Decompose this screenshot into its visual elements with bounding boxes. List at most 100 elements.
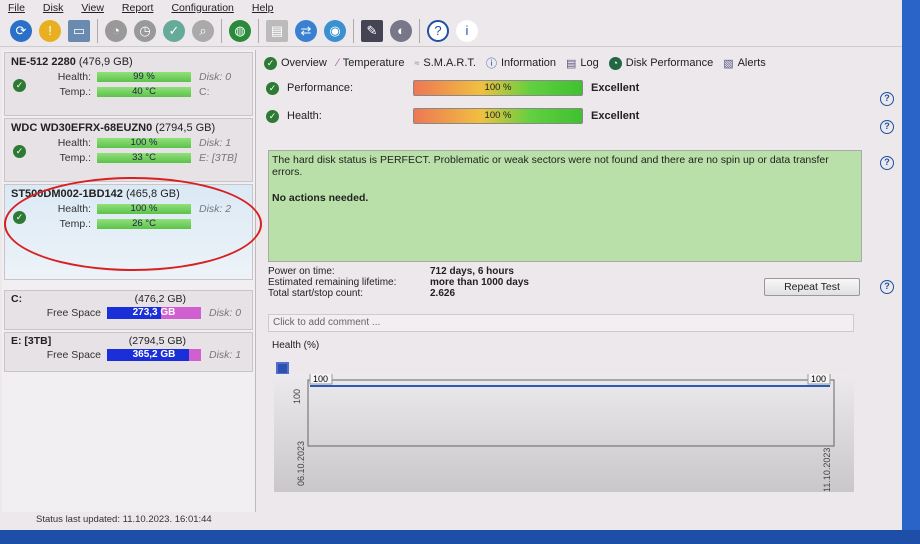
comment-input[interactable]: Click to add comment ... (268, 314, 854, 332)
help-icon[interactable]: ? (427, 19, 449, 42)
volume-e[interactable]: E: [3TB] (2794,5 GB) Free Space 365,2 GB Di… (4, 332, 253, 372)
menu-view[interactable]: View (81, 2, 104, 14)
alerts-icon: ▧ (723, 57, 734, 70)
disk-card-1[interactable]: WDC WD30EFRX-68EUZN0 (2794,5 GB) ✓ Healt… (4, 118, 253, 182)
disk-info: Power on time: 712 days, 6 hours Estimate… (268, 266, 529, 299)
free-space-bar: 365,2 GB (107, 349, 201, 361)
network-icon[interactable]: ◉ (324, 19, 346, 42)
tab-overview[interactable]: ✓ Overview (264, 56, 327, 70)
report-icon[interactable]: ▤ (266, 19, 288, 42)
tab-information[interactable]: ⓘ Information (486, 55, 556, 71)
disk-name: WDC WD30EFRX-68EUZN0 (11, 122, 153, 134)
info-value: 2.626 (430, 288, 456, 299)
thermometer-icon: ⁄ (336, 57, 339, 69)
details-panel: ✓ Overview ⁄ Temperature ≈ S.M.A.R.T. ⓘ Info… (262, 52, 902, 512)
menu-report[interactable]: Report (122, 2, 154, 14)
check-icon: ✓ (266, 109, 279, 123)
disk-test-icon[interactable]: ◔ (105, 19, 127, 42)
chart-tab-health[interactable]: Health (%) (272, 340, 319, 351)
disk-timer-icon[interactable]: ◷ (134, 19, 156, 42)
health-label: Health: (57, 71, 91, 83)
app-window: File Disk View Report Configuration Help… (0, 0, 902, 530)
data-label: 100 (313, 374, 328, 384)
ok-check-icon: ✓ (13, 79, 26, 92)
info-value: more than 1000 days (430, 277, 529, 288)
check-icon: ✓ (266, 81, 279, 95)
ok-check-icon: ✓ (13, 211, 26, 224)
ok-check-icon: ✓ (13, 145, 26, 158)
sync-icon[interactable]: ⇄ (295, 19, 317, 42)
tab-smart[interactable]: ≈ S.M.A.R.T. (414, 57, 476, 69)
volume-name: C: (11, 293, 23, 305)
disk-index: Disk: 0 (199, 71, 232, 83)
temp-bar: 33 °C (97, 153, 191, 163)
globe-icon[interactable]: ◍ (229, 19, 251, 42)
menu-file[interactable]: File (8, 2, 25, 14)
info-key: Total start/stop count: (268, 288, 364, 299)
menu-disk[interactable]: Disk (43, 2, 63, 14)
help-icon[interactable]: ? (880, 120, 894, 134)
disk-search-icon[interactable]: ⌕ (192, 19, 214, 42)
help-icon[interactable]: ? (880, 280, 894, 294)
tab-label: Overview (281, 57, 327, 69)
drive-letter: C: (199, 86, 210, 98)
info-value: 712 days, 6 hours (430, 266, 514, 277)
health-bar: 100 % (97, 138, 191, 148)
disk-index: Disk: 2 (199, 203, 232, 215)
alert-icon[interactable]: ! (39, 19, 61, 42)
tab-bar: ✓ Overview ⁄ Temperature ≈ S.M.A.R.T. ⓘ Info… (262, 52, 902, 74)
separator (97, 18, 98, 43)
actions-text: No actions needed. (272, 192, 369, 204)
x-tick-label-start: 06.10.2023 (296, 441, 306, 486)
performance-row: ✓ Performance: 100 % Excellent ? (262, 74, 902, 106)
separator (258, 18, 259, 43)
data-label: 100 (811, 374, 826, 384)
refresh-icon[interactable]: ⟳ (10, 19, 32, 42)
repeat-test-button[interactable]: Repeat Test (764, 278, 860, 296)
plot-area (307, 379, 835, 447)
disk-card-0[interactable]: NE-512 2280 (476,9 GB) ✓ Health: 99 % Disk… (4, 52, 253, 116)
health-label: Health: (287, 110, 322, 122)
health-row: ✓ Health: 100 % Excellent ? (262, 102, 902, 134)
info-icon: ⓘ (485, 58, 497, 70)
status-text: The hard disk status is PERFECT. Problem… (272, 154, 829, 178)
menu-configuration[interactable]: Configuration (171, 2, 233, 14)
toolbar: ⟳ ! ▭ ◔ ◷ ✓ ⌕ ◍ ▤ ⇄ ◉ ✎ ◐ ? i (0, 15, 902, 47)
temp-label: Temp.: (59, 218, 91, 230)
tab-temperature[interactable]: ⁄ Temperature (337, 57, 405, 69)
chart-edit-icon[interactable]: ✎ (361, 19, 383, 42)
tab-log[interactable]: ▤ Log (566, 57, 599, 70)
tab-alerts[interactable]: ▧ Alerts (723, 57, 766, 70)
status-box: The hard disk status is PERFECT. Problem… (268, 150, 862, 262)
disk-card-2-selected[interactable]: ST500DM002-1BD142 (465,8 GB) ✓ Health: 10… (4, 184, 253, 280)
menu-help[interactable]: Help (252, 2, 274, 14)
help-icon[interactable]: ? (880, 156, 894, 170)
performance-label: Performance: (287, 82, 354, 94)
health-label: Health: (57, 137, 91, 149)
disk-info-icon[interactable]: ▭ (68, 19, 90, 42)
y-tick-label: 100 (292, 389, 302, 404)
volume-name: E: [3TB] (11, 335, 52, 347)
tab-label: Temperature (342, 57, 405, 69)
tab-label: Alerts (737, 57, 766, 69)
free-space-label: Free Space (46, 307, 101, 319)
tab-label: S.M.A.R.T. (423, 57, 476, 69)
volume-c[interactable]: C: (476,2 GB) Free Space 273,3 GB Disk: 0 (4, 290, 253, 330)
status-bar: Status last updated: 11.10.2023. 16:01:4… (36, 514, 212, 525)
volume-size: (476,2 GB) (134, 293, 186, 305)
disk-size: (465,8 GB) (125, 188, 180, 200)
sound-icon[interactable]: ◐ (390, 19, 412, 42)
info-key: Estimated remaining lifetime: (268, 277, 397, 288)
separator (353, 18, 354, 43)
health-rating: Excellent (591, 110, 640, 122)
disk-ok-icon[interactable]: ✓ (163, 19, 185, 42)
performance-bar: 100 % (413, 80, 583, 96)
info-icon[interactable]: i (456, 19, 478, 42)
volume-size: (2794,5 GB) (128, 335, 186, 347)
temp-bar: 40 °C (97, 87, 191, 97)
separator (419, 18, 420, 43)
tab-disk-performance[interactable]: ◔ Disk Performance (608, 56, 713, 70)
temp-label: Temp.: (59, 86, 91, 98)
info-key: Power on time: (268, 266, 335, 277)
tab-label: Information (500, 57, 556, 69)
